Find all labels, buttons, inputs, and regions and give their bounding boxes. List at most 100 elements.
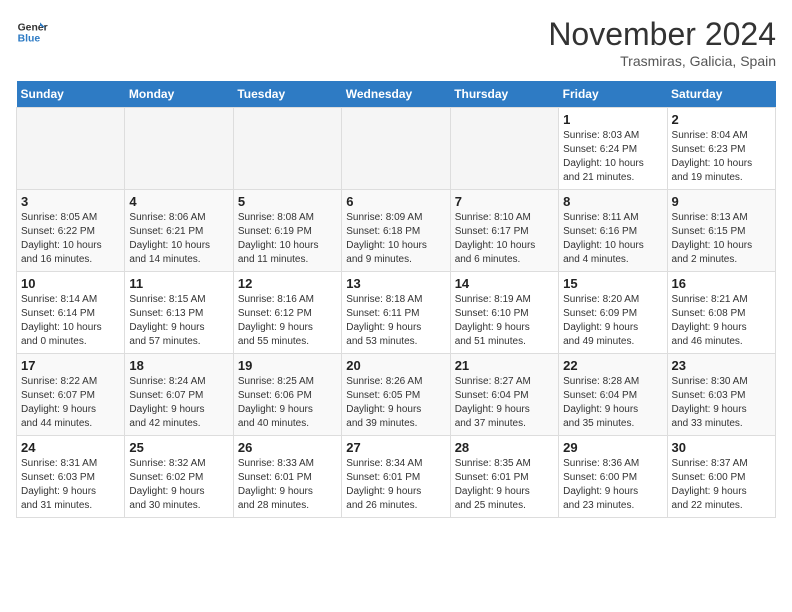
calendar-day-cell: 21Sunrise: 8:27 AM Sunset: 6:04 PM Dayli… [450,354,558,436]
day-number: 27 [346,440,445,455]
weekday-header: Wednesday [342,81,450,108]
calendar-day-cell: 2 Sunrise: 8:04 AM Sunset: 6:23 PM Daylig… [667,108,775,190]
location: Trasmiras, Galicia, Spain [548,53,776,69]
calendar-day-cell [17,108,125,190]
day-number: 18 [129,358,228,373]
day-number: 25 [129,440,228,455]
day-info: Sunrise: 8:31 AM Sunset: 6:03 PM Dayligh… [21,457,120,513]
calendar-day-cell: 30 Sunrise: 8:37 AM Sunset: 6:00 PM Dayli… [667,436,775,518]
day-info: Sunrise: 8:08 AM Sunset: 6:19 PM Dayligh… [238,211,337,267]
day-number: 4 [129,194,228,209]
day-number: 14 [455,276,554,291]
calendar-day-cell: 16 Sunrise: 8:21 AM Sunset: 6:08 PM Dayli… [667,272,775,354]
calendar-day-cell: 23Sunrise: 8:30 AM Sunset: 6:03 PM Dayli… [667,354,775,436]
day-number: 21 [455,358,554,373]
day-number: 22 [563,358,662,373]
svg-text:Blue: Blue [18,34,41,45]
day-number: 11 [129,276,228,291]
day-info: Sunrise: 8:24 AM Sunset: 6:07 PM Dayligh… [129,375,228,431]
day-info: Sunrise: 8:25 AM Sunset: 6:06 PM Dayligh… [238,375,337,431]
day-info: Sunrise: 8:21 AM Sunset: 6:08 PM Dayligh… [672,293,771,349]
day-info: Sunrise: 8:09 AM Sunset: 6:18 PM Dayligh… [346,211,445,267]
day-info: Sunrise: 8:35 AM Sunset: 6:01 PM Dayligh… [455,457,554,513]
calendar-day-cell: 5 Sunrise: 8:08 AM Sunset: 6:19 PM Daylig… [233,190,341,272]
weekday-header: Monday [125,81,233,108]
svg-text:General: General [18,22,48,33]
calendar-day-cell: 14 Sunrise: 8:19 AM Sunset: 6:10 PM Dayli… [450,272,558,354]
calendar-day-cell: 25Sunrise: 8:32 AM Sunset: 6:02 PM Dayli… [125,436,233,518]
month-title: November 2024 [548,16,776,53]
day-number: 30 [672,440,771,455]
calendar-day-cell: 24Sunrise: 8:31 AM Sunset: 6:03 PM Dayli… [17,436,125,518]
calendar-day-cell: 27 Sunrise: 8:34 AM Sunset: 6:01 PM Dayli… [342,436,450,518]
day-number: 20 [346,358,445,373]
day-number: 12 [238,276,337,291]
calendar-day-cell: 22 Sunrise: 8:28 AM Sunset: 6:04 PM Dayli… [559,354,667,436]
day-number: 15 [563,276,662,291]
calendar-day-cell [450,108,558,190]
page-header: General Blue November 2024 Trasmiras, Ga… [16,16,776,69]
day-number: 7 [455,194,554,209]
calendar-day-cell: 7 Sunrise: 8:10 AM Sunset: 6:17 PM Daylig… [450,190,558,272]
day-info: Sunrise: 8:30 AM Sunset: 6:03 PM Dayligh… [672,375,771,431]
day-info: Sunrise: 8:36 AM Sunset: 6:00 PM Dayligh… [563,457,662,513]
day-number: 19 [238,358,337,373]
day-info: Sunrise: 8:18 AM Sunset: 6:11 PM Dayligh… [346,293,445,349]
calendar-week-row: 24Sunrise: 8:31 AM Sunset: 6:03 PM Dayli… [17,436,776,518]
day-info: Sunrise: 8:10 AM Sunset: 6:17 PM Dayligh… [455,211,554,267]
calendar-day-cell: 28Sunrise: 8:35 AM Sunset: 6:01 PM Dayli… [450,436,558,518]
day-number: 26 [238,440,337,455]
weekday-row: SundayMondayTuesdayWednesdayThursdayFrid… [17,81,776,108]
calendar-day-cell [125,108,233,190]
logo-icon: General Blue [16,16,48,48]
calendar-week-row: 3Sunrise: 8:05 AM Sunset: 6:22 PM Daylig… [17,190,776,272]
day-info: Sunrise: 8:34 AM Sunset: 6:01 PM Dayligh… [346,457,445,513]
weekday-header: Tuesday [233,81,341,108]
day-info: Sunrise: 8:11 AM Sunset: 6:16 PM Dayligh… [563,211,662,267]
day-number: 1 [563,112,662,127]
day-number: 5 [238,194,337,209]
calendar-day-cell: 19 Sunrise: 8:25 AM Sunset: 6:06 PM Dayli… [233,354,341,436]
day-info: Sunrise: 8:14 AM Sunset: 6:14 PM Dayligh… [21,293,120,349]
calendar-day-cell: 1 Sunrise: 8:03 AM Sunset: 6:24 PM Daylig… [559,108,667,190]
day-info: Sunrise: 8:28 AM Sunset: 6:04 PM Dayligh… [563,375,662,431]
calendar-day-cell: 15 Sunrise: 8:20 AM Sunset: 6:09 PM Dayli… [559,272,667,354]
calendar-day-cell: 29 Sunrise: 8:36 AM Sunset: 6:00 PM Dayli… [559,436,667,518]
day-info: Sunrise: 8:04 AM Sunset: 6:23 PM Dayligh… [672,129,771,185]
calendar-day-cell: 6Sunrise: 8:09 AM Sunset: 6:18 PM Daylig… [342,190,450,272]
day-number: 13 [346,276,445,291]
day-number: 9 [672,194,771,209]
title-block: November 2024 Trasmiras, Galicia, Spain [548,16,776,69]
calendar-day-cell [233,108,341,190]
day-number: 29 [563,440,662,455]
day-number: 10 [21,276,120,291]
day-info: Sunrise: 8:19 AM Sunset: 6:10 PM Dayligh… [455,293,554,349]
day-info: Sunrise: 8:06 AM Sunset: 6:21 PM Dayligh… [129,211,228,267]
calendar-week-row: 17 Sunrise: 8:22 AM Sunset: 6:07 PM Dayli… [17,354,776,436]
day-number: 2 [672,112,771,127]
calendar-day-cell: 10 Sunrise: 8:14 AM Sunset: 6:14 PM Dayli… [17,272,125,354]
day-number: 3 [21,194,120,209]
weekday-header: Sunday [17,81,125,108]
calendar-day-cell: 11 Sunrise: 8:15 AM Sunset: 6:13 PM Dayli… [125,272,233,354]
calendar-header: SundayMondayTuesdayWednesdayThursdayFrid… [17,81,776,108]
calendar-day-cell: 9 Sunrise: 8:13 AM Sunset: 6:15 PM Daylig… [667,190,775,272]
day-info: Sunrise: 8:37 AM Sunset: 6:00 PM Dayligh… [672,457,771,513]
calendar-day-cell [342,108,450,190]
calendar-day-cell: 13 Sunrise: 8:18 AM Sunset: 6:11 PM Dayli… [342,272,450,354]
day-info: Sunrise: 8:03 AM Sunset: 6:24 PM Dayligh… [563,129,662,185]
calendar-day-cell: 3Sunrise: 8:05 AM Sunset: 6:22 PM Daylig… [17,190,125,272]
weekday-header: Friday [559,81,667,108]
day-number: 17 [21,358,120,373]
calendar-body: 1 Sunrise: 8:03 AM Sunset: 6:24 PM Daylig… [17,108,776,518]
day-info: Sunrise: 8:33 AM Sunset: 6:01 PM Dayligh… [238,457,337,513]
day-number: 8 [563,194,662,209]
calendar-day-cell: 8 Sunrise: 8:11 AM Sunset: 6:16 PM Daylig… [559,190,667,272]
day-number: 16 [672,276,771,291]
day-info: Sunrise: 8:15 AM Sunset: 6:13 PM Dayligh… [129,293,228,349]
day-info: Sunrise: 8:22 AM Sunset: 6:07 PM Dayligh… [21,375,120,431]
day-info: Sunrise: 8:20 AM Sunset: 6:09 PM Dayligh… [563,293,662,349]
day-info: Sunrise: 8:13 AM Sunset: 6:15 PM Dayligh… [672,211,771,267]
calendar-day-cell: 12Sunrise: 8:16 AM Sunset: 6:12 PM Dayli… [233,272,341,354]
calendar-week-row: 10 Sunrise: 8:14 AM Sunset: 6:14 PM Dayli… [17,272,776,354]
